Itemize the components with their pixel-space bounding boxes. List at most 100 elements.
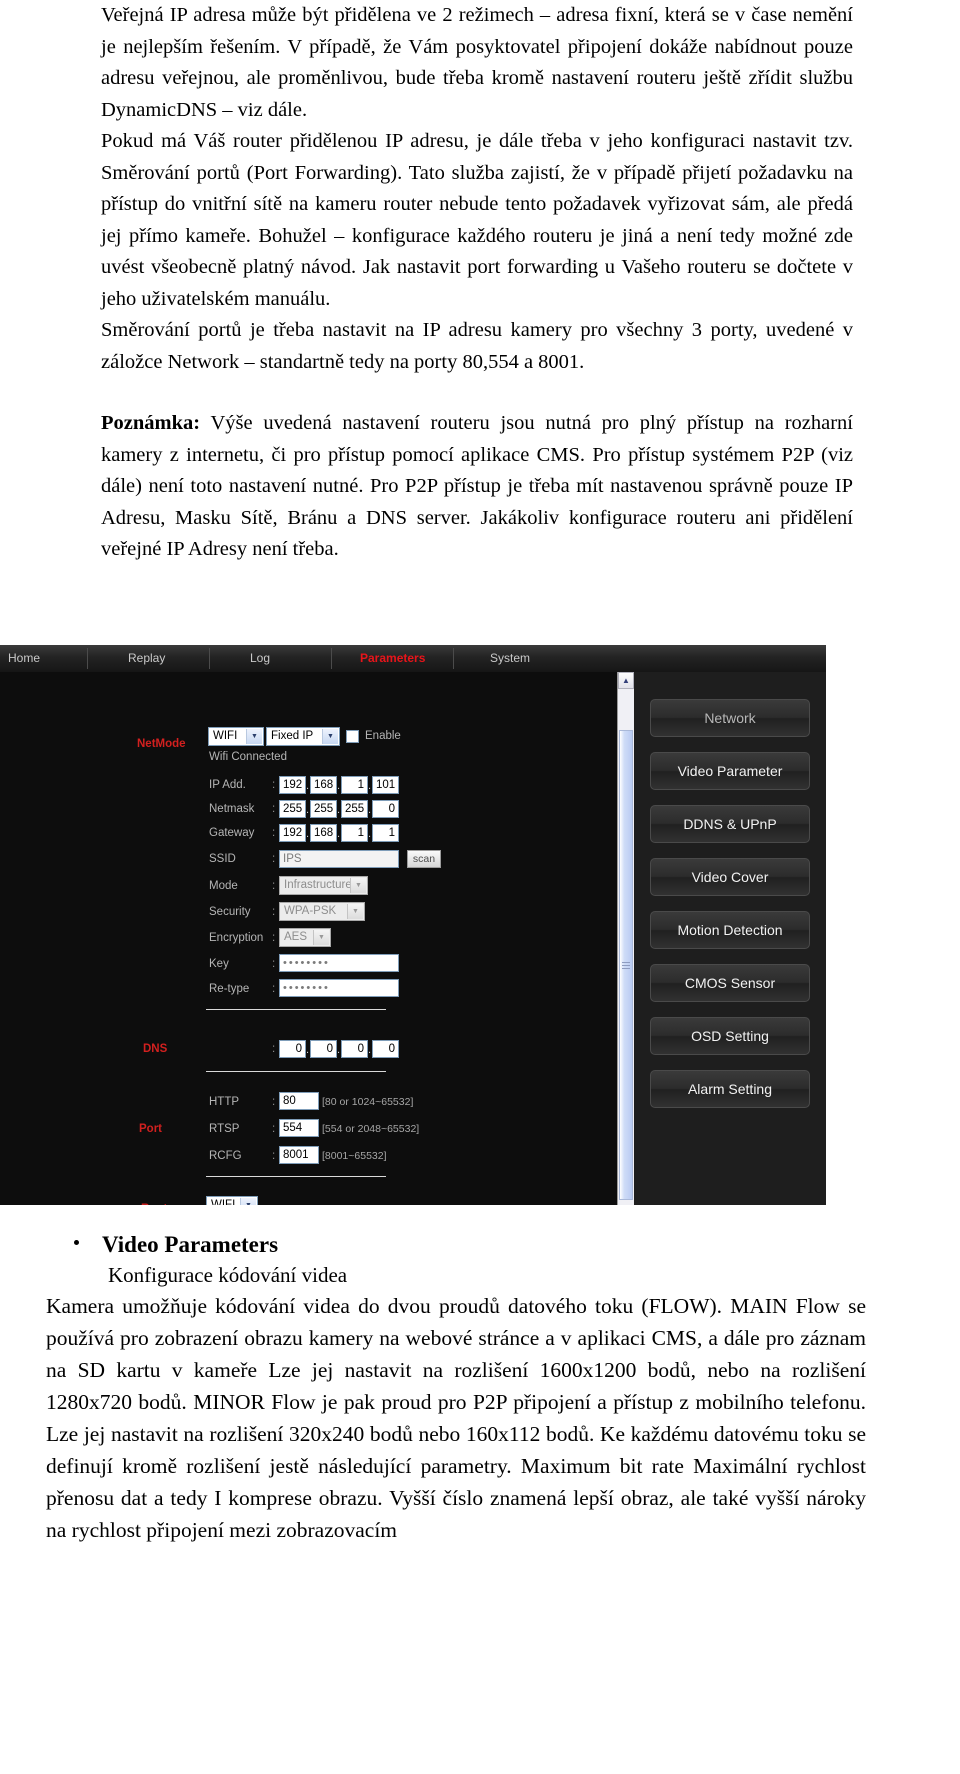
rtsp-port-label: RTSP: [209, 1123, 240, 1135]
netmask-octet-3[interactable]: 255: [341, 800, 368, 818]
nav-tab-replay[interactable]: Replay: [88, 648, 210, 669]
gateway-octet-2[interactable]: 168: [310, 824, 337, 842]
document-top-text: Veřejná IP adresa může být přidělena ve …: [101, 0, 853, 566]
wifi-scan-button[interactable]: scan: [407, 850, 441, 868]
ssid-input[interactable]: IPS: [279, 850, 399, 868]
side-button-motion-detection[interactable]: Motion Detection: [650, 911, 810, 949]
side-button-video-cover[interactable]: Video Cover: [650, 858, 810, 896]
wifi-key-input[interactable]: ••••••••: [279, 954, 399, 972]
netmask-octet-1[interactable]: 255: [279, 800, 306, 818]
video-parameters-subheading: Konfigurace kódování videa: [108, 1263, 348, 1287]
nav-tab-system[interactable]: System: [454, 648, 576, 669]
gateway-octet-1[interactable]: 192: [279, 824, 306, 842]
nav-tab-home[interactable]: Home: [0, 648, 88, 669]
ip-octet-4[interactable]: 101: [372, 776, 399, 794]
wifi-key-label: Key: [209, 958, 229, 970]
rtsp-port-input[interactable]: 554: [279, 1119, 319, 1137]
paragraph-2: Pokud má Váš router přidělenou IP adresu…: [101, 130, 853, 310]
nav-tab-log[interactable]: Log: [210, 648, 332, 669]
ip-octet-3[interactable]: 1: [341, 776, 368, 794]
wifi-mode-value: Infrastructure: [284, 879, 352, 891]
rcfg-port-input[interactable]: 8001: [279, 1146, 319, 1164]
note-text: Výše uvedená nastavení routeru jsou nutn…: [101, 412, 853, 560]
http-port-input[interactable]: 80: [279, 1092, 319, 1110]
side-button-network[interactable]: Network: [650, 699, 810, 737]
side-button-ddns-upnp[interactable]: DDNS & UPnP: [650, 805, 810, 843]
gateway-dot-3: .: [368, 828, 372, 840]
rtsp-port-hint: [554 or 2048~65532]: [322, 1123, 420, 1135]
netmode-interface-select[interactable]: WIFI ▼: [208, 727, 264, 746]
chevron-down-icon: ▼: [350, 878, 366, 893]
video-parameters-heading-row: Video Parameters: [46, 1230, 866, 1260]
chevron-down-icon: ▼: [246, 729, 262, 744]
side-button-cmos-sensor[interactable]: CMOS Sensor: [650, 964, 810, 1002]
note-paragraph: Poznámka: Výše uvedená nastavení routeru…: [101, 408, 853, 566]
dns-dot-2: .: [337, 1044, 341, 1056]
netmode-ipmode-select[interactable]: Fixed IP ▼: [266, 727, 340, 746]
netmode-enable-checkbox[interactable]: [346, 730, 359, 743]
dns-octet-3[interactable]: 0: [341, 1040, 368, 1058]
side-button-video-parameter[interactable]: Video Parameter: [650, 752, 810, 790]
route-select[interactable]: WIFI ▼: [206, 1196, 258, 1205]
netmode-ipmode-value: Fixed IP: [271, 730, 314, 742]
dns-octet-4[interactable]: 0: [372, 1040, 399, 1058]
route-value: WIFI: [211, 1199, 236, 1205]
section-label-port: Port: [139, 1123, 162, 1135]
nav-tab-parameters[interactable]: Parameters: [332, 648, 454, 669]
wifi-encryption-label: Encryption: [209, 932, 264, 944]
wifi-encryption-select[interactable]: AES ▼: [279, 928, 331, 947]
wifi-key-colon: :: [272, 958, 276, 970]
camera-section-menu: Network Video Parameter DDNS & UPnP Vide…: [634, 672, 826, 1205]
note-label: Poznámka:: [101, 412, 201, 434]
wifi-retype-input[interactable]: ••••••••: [279, 979, 399, 997]
gateway-label: Gateway: [209, 827, 255, 839]
section-label-netmode: NetMode: [137, 738, 186, 750]
camera-nav-bar: Home Replay Log Parameters System: [0, 645, 826, 672]
wifi-retype-colon: :: [272, 983, 276, 995]
wifi-mode-colon: :: [272, 880, 276, 892]
http-port-hint: [80 or 1024~65532]: [322, 1096, 414, 1108]
camera-settings-panel: NetMode WIFI ▼ Fixed IP ▼ Enable Wifi Co…: [0, 672, 617, 1205]
divider-1: [206, 1009, 386, 1010]
scroll-up-arrow-icon[interactable]: ▲: [618, 672, 634, 689]
document-bottom-text: Video Parameters Konfigurace kódování vi…: [46, 1230, 866, 1546]
netmask-octet-2[interactable]: 255: [310, 800, 337, 818]
wifi-encryption-value: AES: [284, 931, 308, 943]
ip-dot-2: .: [337, 780, 341, 792]
netmask-octet-4[interactable]: 0: [372, 800, 399, 818]
side-button-osd-setting[interactable]: OSD Setting: [650, 1017, 810, 1055]
ip-dot-1: .: [306, 780, 310, 792]
wifi-security-select[interactable]: WPA-PSK ▼: [279, 902, 365, 921]
ip-octet-1[interactable]: 192: [279, 776, 306, 794]
ip-dot-3: .: [368, 780, 372, 792]
chevron-down-icon: ▼: [322, 729, 338, 744]
dns-octet-2[interactable]: 0: [310, 1040, 337, 1058]
ssid-colon: :: [272, 853, 276, 865]
gateway-octet-4[interactable]: 1: [372, 824, 399, 842]
netmode-interface-value: WIFI: [213, 730, 238, 742]
dns-octet-1[interactable]: 0: [279, 1040, 306, 1058]
gateway-octet-3[interactable]: 1: [341, 824, 368, 842]
dns-dot-1: .: [306, 1044, 310, 1056]
rcfg-port-colon: :: [272, 1150, 276, 1162]
section-label-dns: DNS: [143, 1043, 168, 1055]
ip-octet-2[interactable]: 168: [310, 776, 337, 794]
divider-3: [206, 1176, 386, 1177]
gateway-colon: :: [272, 827, 276, 839]
wifi-security-colon: :: [272, 906, 276, 918]
vertical-scrollbar[interactable]: ▲: [617, 672, 634, 1205]
dns-dot-3: .: [368, 1044, 372, 1056]
rcfg-port-label: RCFG: [209, 1150, 242, 1162]
netmask-dot-1: .: [306, 804, 310, 816]
wifi-mode-label: Mode: [209, 880, 238, 892]
wifi-security-value: WPA-PSK: [284, 905, 337, 917]
wifi-mode-select[interactable]: Infrastructure ▼: [279, 876, 368, 895]
side-button-alarm-setting[interactable]: Alarm Setting: [650, 1070, 810, 1108]
bullet-icon: [74, 1240, 79, 1245]
video-parameters-heading: Video Parameters: [102, 1232, 279, 1257]
chevron-down-icon: ▼: [240, 1198, 256, 1205]
ip-address-colon: :: [272, 779, 276, 791]
netmask-dot-2: .: [337, 804, 341, 816]
camera-page-body: NetMode WIFI ▼ Fixed IP ▼ Enable Wifi Co…: [0, 672, 826, 1205]
wifi-retype-label: Re-type: [209, 983, 250, 995]
